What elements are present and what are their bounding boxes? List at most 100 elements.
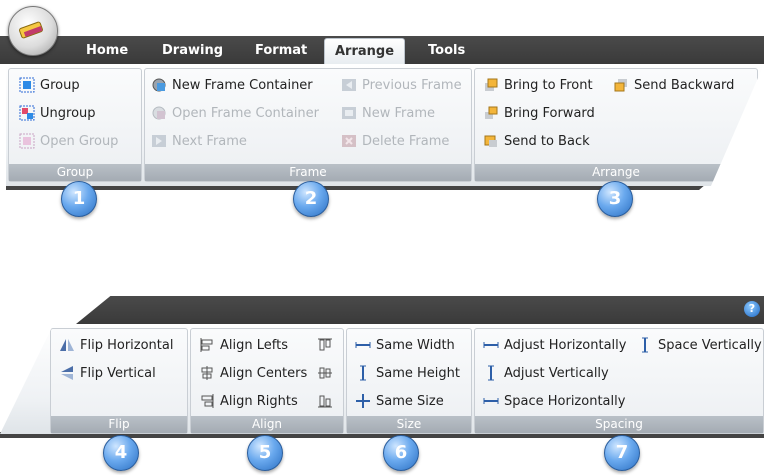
next-frame-label: Next Frame <box>172 134 247 149</box>
bring-forward-button[interactable]: Bring Forward <box>483 103 595 125</box>
callout-6: 6 <box>383 435 419 471</box>
group-group-label: Group <box>9 164 141 181</box>
flip-group: Flip Horizontal Flip Vertical Flip <box>50 328 188 434</box>
bring-to-front-icon <box>483 77 499 93</box>
same-width-button[interactable]: Same Width <box>355 335 455 357</box>
align-tops-icon <box>318 338 332 351</box>
adjust-horizontally-icon <box>483 337 499 353</box>
new-frame-icon <box>341 105 357 121</box>
space-vertically-icon <box>637 337 653 353</box>
frame-group-label: Frame <box>145 164 471 181</box>
ungroup-label: Ungroup <box>40 106 96 121</box>
new-frame-container-label: New Frame Container <box>172 78 313 93</box>
frame-container-icon <box>151 77 167 93</box>
group-icon <box>19 77 35 93</box>
arrange-group: Bring to Front Send Backward Bring Forwa… <box>474 68 758 182</box>
callout-5: 5 <box>247 435 283 471</box>
same-size-icon <box>355 393 371 409</box>
align-centers-button[interactable]: Align Centers <box>199 363 307 385</box>
adjust-vertically-button[interactable]: Adjust Vertically <box>483 363 609 385</box>
align-middles-button[interactable] <box>317 365 333 385</box>
group-button[interactable]: Group <box>19 75 80 97</box>
send-backward-icon <box>613 77 629 93</box>
same-size-button[interactable]: Same Size <box>355 391 444 413</box>
app-logo-icon <box>19 21 43 39</box>
tab-tools[interactable]: Tools <box>418 38 475 64</box>
align-rights-icon <box>199 393 215 409</box>
next-frame-button[interactable]: Next Frame <box>151 131 247 153</box>
next-frame-icon <box>151 133 167 149</box>
frame-group: New Frame Container Previous Frame Open … <box>144 68 472 182</box>
space-horizontally-icon <box>483 393 499 409</box>
flip-horizontal-button[interactable]: Flip Horizontal <box>59 335 173 357</box>
ribbon-panel-layout: Flip Horizontal Flip Vertical Flip Align… <box>0 324 764 434</box>
align-bottoms-icon <box>318 395 332 408</box>
previous-frame-button[interactable]: Previous Frame <box>341 75 462 97</box>
ribbon-panel-arrange: Group Ungroup Open Group Group New Frame… <box>6 64 764 186</box>
send-backward-label: Send Backward <box>634 78 735 93</box>
callout-1: 1 <box>61 181 97 217</box>
send-to-back-label: Send to Back <box>504 134 590 149</box>
send-to-back-button[interactable]: Send to Back <box>483 131 590 153</box>
same-height-icon <box>355 365 371 381</box>
space-vertically-label: Space Vertically <box>658 338 762 353</box>
align-lefts-icon <box>199 337 215 353</box>
same-width-label: Same Width <box>376 338 455 353</box>
ungroup-icon <box>19 105 35 121</box>
open-group-button[interactable]: Open Group <box>19 131 118 153</box>
align-lefts-button[interactable]: Align Lefts <box>199 335 288 357</box>
send-to-back-icon <box>483 133 499 149</box>
new-frame-button[interactable]: New Frame <box>341 103 435 125</box>
group-group: Group Ungroup Open Group Group <box>8 68 142 182</box>
bring-to-front-label: Bring to Front <box>504 78 593 93</box>
align-centers-icon <box>199 365 215 381</box>
align-centers-label: Align Centers <box>220 366 308 381</box>
open-group-label: Open Group <box>40 134 119 149</box>
open-frame-container-label: Open Frame Container <box>172 106 320 121</box>
adjust-horizontally-button[interactable]: Adjust Horizontally <box>483 335 626 357</box>
align-group-label: Align <box>191 416 343 433</box>
align-tops-button[interactable] <box>317 337 333 357</box>
bring-forward-icon <box>483 105 499 121</box>
delete-frame-button[interactable]: Delete Frame <box>341 131 449 153</box>
tab-arrange[interactable]: Arrange <box>324 38 406 66</box>
ungroup-button[interactable]: Ungroup <box>19 103 96 125</box>
size-group-label: Size <box>347 416 471 433</box>
open-group-icon <box>19 133 35 149</box>
previous-frame-label: Previous Frame <box>362 78 462 93</box>
align-middles-icon <box>318 367 332 379</box>
new-frame-label: New Frame <box>362 106 435 121</box>
flip-group-label: Flip <box>51 416 187 433</box>
space-horizontally-button[interactable]: Space Horizontally <box>483 391 625 413</box>
delete-frame-icon <box>341 133 357 149</box>
flip-horizontal-label: Flip Horizontal <box>80 338 174 353</box>
align-rights-button[interactable]: Align Rights <box>199 391 298 413</box>
size-group: Same Width Same Height Same Size Size <box>346 328 472 434</box>
bring-forward-label: Bring Forward <box>504 106 595 121</box>
help-icon[interactable]: ? <box>744 301 760 317</box>
adjust-vertically-icon <box>483 365 499 381</box>
send-backward-button[interactable]: Send Backward <box>613 75 734 97</box>
space-vertically-button[interactable]: Space Vertically <box>637 335 762 357</box>
align-bottoms-button[interactable] <box>317 393 333 413</box>
tab-format[interactable]: Format <box>245 38 317 64</box>
application-button[interactable] <box>8 6 58 56</box>
callout-4: 4 <box>103 435 139 471</box>
adjust-horizontally-label: Adjust Horizontally <box>504 338 627 353</box>
bring-to-front-button[interactable]: Bring to Front <box>483 75 593 97</box>
flip-horizontal-icon <box>59 337 75 353</box>
group-label: Group <box>40 78 80 93</box>
tab-drawing[interactable]: Drawing <box>152 38 233 64</box>
same-width-icon <box>355 337 371 353</box>
space-horizontally-label: Space Horizontally <box>504 394 626 409</box>
same-height-button[interactable]: Same Height <box>355 363 460 385</box>
open-frame-container-button[interactable]: Open Frame Container <box>151 103 319 125</box>
previous-frame-icon <box>341 77 357 93</box>
open-frame-container-icon <box>151 105 167 121</box>
tab-home[interactable]: Home <box>76 38 138 64</box>
callout-2: 2 <box>293 181 329 217</box>
callout-7: 7 <box>604 435 640 471</box>
flip-vertical-button[interactable]: Flip Vertical <box>59 363 156 385</box>
ribbon-tab-bar-secondary <box>76 296 764 324</box>
new-frame-container-button[interactable]: New Frame Container <box>151 75 313 97</box>
